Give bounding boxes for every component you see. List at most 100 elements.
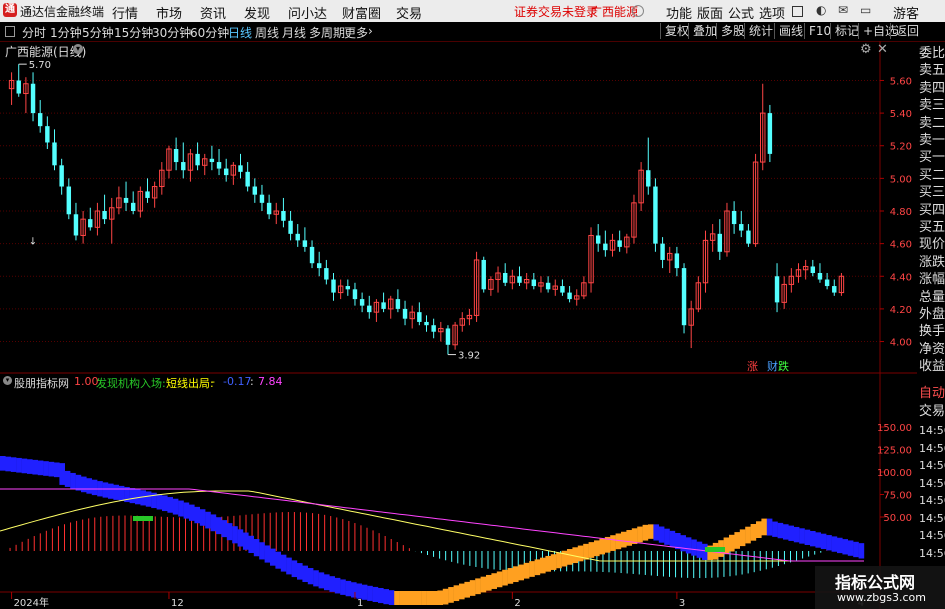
side-panel-item[interactable]: 卖一 — [919, 132, 945, 149]
ribbon-segment-up — [594, 540, 600, 557]
candle-body-down — [603, 243, 608, 251]
side-panel-item[interactable]: 收益 — [919, 358, 945, 375]
ribbon-segment-up — [637, 526, 643, 543]
side-panel-item[interactable]: 总量 — [919, 289, 945, 306]
side-panel-item[interactable]: 买三 — [919, 184, 945, 201]
badge-fall[interactable]: 跌 — [778, 358, 789, 374]
ribbon-segment-down — [264, 545, 271, 563]
guest-label[interactable]: 游客 — [893, 3, 919, 22]
menu-formula[interactable]: 公式 — [728, 3, 754, 22]
menu-options[interactable]: 选项 — [759, 3, 785, 22]
ribbon-segment-down — [162, 495, 168, 512]
candle-body-down — [395, 299, 401, 309]
badge-finance[interactable]: 财 — [767, 358, 778, 374]
tool-stats[interactable]: 统计 — [744, 23, 777, 39]
ribbon-segment-up — [588, 542, 595, 558]
candle-body-down — [216, 162, 222, 169]
menu-function[interactable]: 功能 — [666, 3, 692, 22]
ribbon-segment-up — [448, 587, 454, 603]
level-50: 50.00 — [883, 513, 912, 524]
period-daily[interactable]: 日线 — [228, 24, 252, 41]
minimize-icon[interactable]: ▭ — [860, 3, 871, 17]
ribbon-segment-down — [145, 491, 152, 507]
period-multi[interactable]: 多周期 — [309, 24, 345, 41]
candle-body-down — [595, 235, 601, 244]
side-panel-item[interactable]: 卖五 — [919, 62, 945, 79]
menu-ask[interactable]: 问小达 — [288, 3, 327, 22]
side-panel-item[interactable]: 涨幅 — [919, 271, 945, 288]
indicator-name[interactable]: 股朋指标网 — [14, 375, 69, 391]
side-panel-item[interactable]: 卖二 — [919, 115, 945, 132]
candle-body-down — [660, 243, 665, 260]
ribbon-segment-up — [469, 580, 476, 596]
ribbon-segment-down — [210, 514, 217, 532]
ribbon-segment-up — [610, 535, 616, 551]
window-box-icon[interactable] — [792, 6, 803, 17]
menu-quotes[interactable]: 行情 — [112, 3, 138, 22]
search-icon[interactable] — [632, 5, 644, 17]
tool-back[interactable]: 返回 — [890, 23, 923, 39]
period-1min[interactable]: 1分钟 — [50, 24, 82, 41]
indicator-dropdown-icon[interactable]: ▾ — [3, 376, 12, 385]
side-panel-item[interactable]: 买四 — [919, 202, 945, 219]
candle-body-down — [331, 279, 336, 293]
period-5min[interactable]: 5分钟 — [82, 24, 114, 41]
side-panel-item[interactable]: 委比 — [919, 45, 945, 62]
menu-discover[interactable]: 发现 — [244, 3, 270, 22]
indicator-value-3: 7.84 — [258, 375, 283, 388]
auto-trade-label[interactable]: 自动 — [919, 385, 945, 403]
side-panel-item[interactable]: 换手 — [919, 323, 945, 340]
ribbon-segment-down — [91, 479, 98, 496]
ribbon-segment-up — [421, 591, 427, 605]
badge-rise[interactable]: 涨 — [747, 358, 758, 374]
ribbon-segment-up — [756, 521, 762, 538]
ribbon-segment-down — [280, 554, 287, 572]
menu-news[interactable]: 资讯 — [200, 3, 226, 22]
trade-time: 14:56 — [919, 511, 945, 525]
candle-body-down — [181, 162, 186, 171]
side-panel-item[interactable]: 买五 — [919, 219, 945, 236]
period-more[interactable]: 更多 — [344, 24, 368, 41]
candle-body-down — [66, 186, 72, 215]
title-dropdown-icon[interactable]: ▾ — [73, 44, 83, 54]
side-panel-item[interactable]: 买一 — [919, 149, 945, 166]
period-timeshare[interactable]: 分时 — [22, 24, 46, 41]
side-panel-item[interactable]: 涨跌 — [919, 254, 945, 271]
trade-label[interactable]: 交易 — [919, 403, 945, 421]
side-panel-item[interactable]: 外盘 — [919, 306, 945, 323]
ribbon-segment-down — [59, 463, 65, 485]
side-panel-item[interactable]: 卖四 — [919, 80, 945, 97]
chart-close-icon[interactable]: ✕ — [877, 42, 888, 57]
message-icon[interactable]: ✉ — [838, 3, 848, 17]
side-panel-item[interactable]: 净资 — [919, 341, 945, 358]
price-tick-label: 4.60 — [890, 240, 912, 251]
candle-body-down — [717, 233, 723, 252]
price-tick-label: 4.20 — [890, 305, 912, 316]
level-125: 125.00 — [877, 446, 912, 457]
period-60min[interactable]: 60分钟 — [190, 24, 229, 41]
ribbon-segment-up — [513, 566, 519, 583]
login-status[interactable]: 证券交易未登录 — [514, 3, 598, 20]
indicator-value-1: 1.00 — [74, 375, 99, 388]
ribbon-segment-down — [658, 526, 665, 543]
ribbon-segment-down — [178, 500, 184, 517]
period-weekly[interactable]: 周线 — [255, 24, 279, 41]
period-monthly[interactable]: 月线 — [282, 24, 306, 41]
tool-draw[interactable]: 画线 — [774, 23, 807, 39]
menu-layout[interactable]: 版面 — [697, 3, 723, 22]
menu-wealth[interactable]: 财富圈 — [342, 3, 381, 22]
period-15min[interactable]: 15分钟 — [114, 24, 153, 41]
more-chevron-icon[interactable]: › — [368, 24, 373, 38]
side-panel-item[interactable]: 现价 — [919, 236, 945, 253]
ribbon-segment-down — [378, 587, 384, 604]
period-30min[interactable]: 30分钟 — [152, 24, 191, 41]
candle-body-down — [288, 220, 293, 234]
side-panel-item[interactable]: 卖三 — [919, 97, 945, 114]
menu-trade[interactable]: 交易 — [396, 3, 422, 22]
menu-market[interactable]: 市场 — [156, 3, 182, 22]
side-panel-item[interactable]: 买二 — [919, 167, 945, 184]
kline-chart[interactable]: 4.004.204.404.604.805.005.205.405.60 150… — [0, 41, 917, 609]
chart-settings-icon[interactable]: ⚙ — [860, 42, 872, 57]
panel-toggle-icon[interactable] — [5, 26, 15, 37]
skin-icon[interactable]: ◐ — [816, 3, 826, 17]
